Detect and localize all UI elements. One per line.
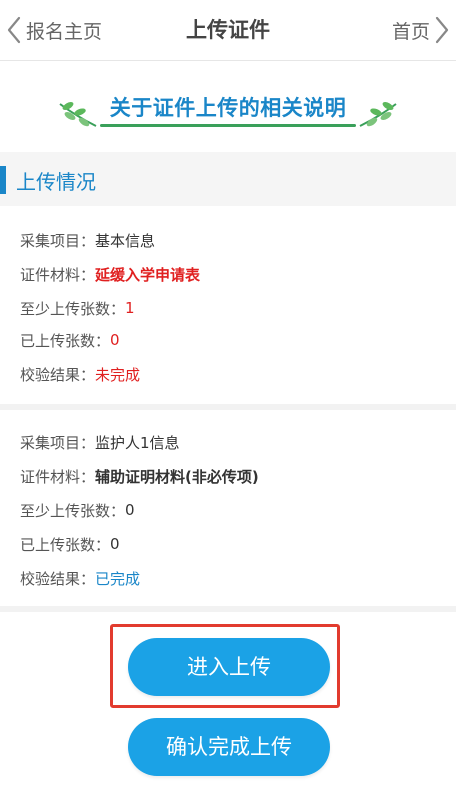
chevron-right-icon	[434, 15, 450, 45]
section-accent-bar	[0, 166, 6, 194]
project-row: 采集项目： 基本信息	[20, 228, 155, 252]
project-key: 采集项目：	[20, 433, 96, 452]
upload-item-card: 采集项目： 监护人1信息 证件材料： 辅助证明材料(非必传项) 至少上传张数： …	[0, 410, 456, 606]
upload-item-card: 采集项目： 基本信息 证件材料： 延缓入学申请表 至少上传张数： 1 已上传张数…	[0, 208, 456, 404]
material-key: 证件材料：	[20, 265, 96, 284]
min-count-value: 1	[125, 299, 135, 317]
home-button[interactable]: 首页	[392, 12, 450, 48]
check-result-key: 校验结果：	[20, 365, 96, 384]
section-header: 上传情况	[0, 152, 456, 206]
card-divider	[0, 606, 456, 612]
uploaded-count-value: 0	[110, 331, 120, 349]
back-label: 报名主页	[26, 20, 103, 43]
min-count-key: 至少上传张数：	[20, 299, 126, 318]
min-count-row: 至少上传张数： 1	[20, 296, 135, 320]
uploaded-count-key: 已上传张数：	[20, 535, 111, 554]
material-value: 辅助证明材料(非必传项)	[95, 467, 259, 486]
banner-underline	[100, 124, 356, 127]
uploaded-count-key: 已上传张数：	[20, 331, 111, 350]
chevron-left-icon	[6, 15, 22, 45]
home-label: 首页	[391, 20, 430, 43]
check-result-row: 校验结果： 已完成	[20, 566, 140, 590]
project-value: 监护人1信息	[95, 433, 180, 452]
confirm-upload-button[interactable]: 确认完成上传	[128, 718, 330, 776]
nav-bar: 报名主页 上传证件 首页	[0, 0, 456, 61]
uploaded-count-row: 已上传张数： 0	[20, 328, 120, 352]
uploaded-count-value: 0	[110, 535, 120, 553]
min-count-key: 至少上传张数：	[20, 501, 126, 520]
check-result-value: 已完成	[95, 569, 141, 588]
check-result-value: 未完成	[95, 365, 141, 384]
min-count-row: 至少上传张数： 0	[20, 498, 135, 522]
check-result-key: 校验结果：	[20, 569, 96, 588]
project-value: 基本信息	[95, 231, 156, 250]
leaf-branch-icon	[358, 100, 398, 134]
material-value: 延缓入学申请表	[95, 265, 201, 284]
check-result-row: 校验结果： 未完成	[20, 362, 140, 386]
material-row: 证件材料： 辅助证明材料(非必传项)	[20, 464, 259, 488]
material-row: 证件材料： 延缓入学申请表	[20, 262, 200, 286]
enter-upload-button[interactable]: 进入上传	[128, 638, 330, 696]
instructions-banner[interactable]: 关于证件上传的相关说明	[0, 84, 456, 132]
back-button[interactable]: 报名主页	[6, 12, 102, 48]
section-title: 上传情况	[16, 170, 96, 194]
uploaded-count-row: 已上传张数： 0	[20, 532, 120, 556]
project-key: 采集项目：	[20, 231, 96, 250]
project-row: 采集项目： 监护人1信息	[20, 430, 180, 454]
min-count-value: 0	[125, 501, 135, 519]
material-key: 证件材料：	[20, 467, 96, 486]
